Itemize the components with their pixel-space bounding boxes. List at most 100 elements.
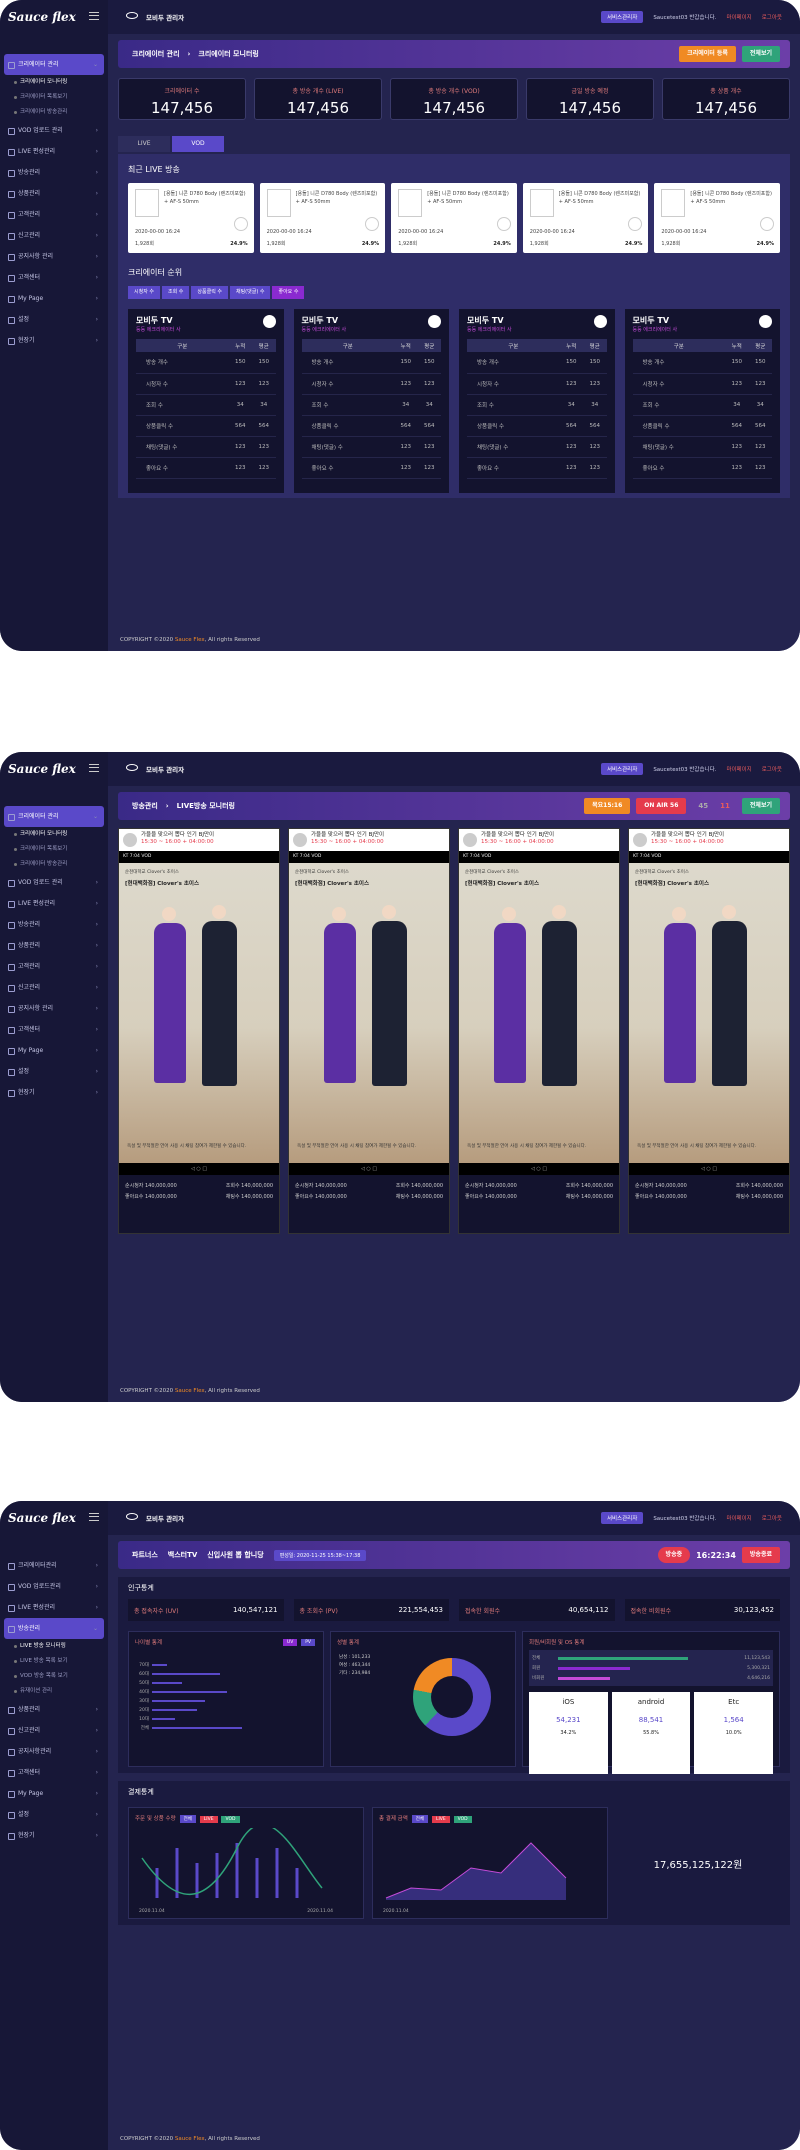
sidebar-item[interactable]: 설정 xyxy=(0,309,108,330)
sidebar-item[interactable]: 상품관리 xyxy=(0,183,108,204)
sidebar-item[interactable]: 설정 xyxy=(0,1061,108,1082)
menu-icon[interactable] xyxy=(89,764,99,772)
sidebar-item[interactable]: 신고관리 xyxy=(0,1720,108,1741)
sidebar-item[interactable]: VOD 업로드 관리 xyxy=(0,120,108,141)
sidebar-item[interactable]: My Page xyxy=(0,288,108,309)
mypage-link[interactable]: 마이페이지 xyxy=(726,1514,751,1522)
logout-link[interactable]: 로그아웃 xyxy=(762,13,782,21)
sidebar-item[interactable]: 상품관리 xyxy=(0,935,108,956)
sidebar-item[interactable]: My Page xyxy=(0,1040,108,1061)
mypage-link[interactable]: 마이페이지 xyxy=(726,765,751,773)
live-card[interactable]: [용돌] 니콘 D780 Body (렌즈미포함) + AF-S 50mm 202… xyxy=(391,183,517,253)
phone-status: KT 7:04 VOD xyxy=(289,851,449,863)
sidebar-subitem[interactable]: 크리에이터 목록보기 xyxy=(0,842,108,857)
breadcrumb-1[interactable]: 방송관리 xyxy=(132,801,158,811)
sidebar-item[interactable]: 공지사항관리 xyxy=(0,1741,108,1762)
chip-live[interactable]: LIVE xyxy=(199,1816,218,1823)
chip-live[interactable]: LIVE xyxy=(431,1816,450,1823)
sidebar-item[interactable]: 고객센터 xyxy=(0,267,108,288)
sidebar-item[interactable]: 설정 xyxy=(0,1804,108,1825)
ranking-tab[interactable]: 채팅(댓글) 수 xyxy=(229,286,271,299)
column-header: 누적 xyxy=(228,339,252,352)
logo[interactable]: Sauce flex xyxy=(8,762,76,776)
sidebar-item[interactable]: 크리에이터 관리 xyxy=(4,806,104,827)
chip-all[interactable]: 전체 xyxy=(411,1815,429,1823)
sidebar-item[interactable]: 고객관리 xyxy=(0,956,108,977)
live-stream-card[interactable]: 가을을 맞으러 뽑다 인기 BJ만이 15:30 ~ 16:00 + 04:00:… xyxy=(458,828,620,1234)
tab-live[interactable]: LIVE xyxy=(118,136,170,152)
table-cell: 150 xyxy=(417,352,441,374)
sidebar-subitem[interactable]: VOD 방송 목록 보기 xyxy=(0,1669,108,1684)
main-content: 파트너스 백스터TV 신입사원 뽑 합니당 편성일: 2020-11-25 15… xyxy=(108,1535,800,2150)
sidebar-nav: 크리에이터 관리크리에이터 모니터링크리에이터 목록보기크리에이터 방송관리VO… xyxy=(0,806,108,1103)
chat-notice: 옥설 및 부적절한 언어 사용 시 채팅 참여가 제한될 수 있습니다. xyxy=(467,1144,587,1149)
live-card[interactable]: [용돌] 니콘 D780 Body (렌즈미포함) + AF-S 50mm 202… xyxy=(128,183,254,253)
menu-icon[interactable] xyxy=(89,12,99,20)
sidebar-item[interactable]: 방송관리 xyxy=(0,162,108,183)
sidebar-item[interactable]: 크리에이터관리 xyxy=(0,1555,108,1576)
service-admin-button[interactable]: 서비스관리자 xyxy=(600,11,644,23)
sidebar-subitem[interactable]: 유재이션 관리 xyxy=(0,1684,108,1699)
sidebar-item[interactable]: 상품관리 xyxy=(0,1699,108,1720)
main-content: 크리에이터 관리 › 크리에이터 모니터링 크리에이터 등록 전체보기 크리에이… xyxy=(108,34,800,651)
chip-vod[interactable]: VOD xyxy=(453,1816,472,1823)
sidebar-subitem[interactable]: LIVE 방송 모니터링 xyxy=(0,1639,108,1654)
end-broadcast-button[interactable]: 방송종료 xyxy=(741,1547,780,1563)
menu-icon[interactable] xyxy=(89,1513,99,1521)
sidebar-item[interactable]: 신고관리 xyxy=(0,977,108,998)
live-stream-card[interactable]: 가을을 맞으러 뽑다 인기 BJ만이 15:30 ~ 16:00 + 04:00:… xyxy=(628,828,790,1234)
view-all-button[interactable]: 전체보기 xyxy=(741,46,780,62)
table-cell: 150 xyxy=(748,352,772,374)
live-card[interactable]: [용돌] 니콘 D780 Body (렌즈미포함) + AF-S 50mm 202… xyxy=(259,183,386,253)
live-stream-card[interactable]: 가을을 맞으러 뽑다 인기 BJ만이 15:30 ~ 16:00 + 04:00:… xyxy=(288,828,450,1234)
sidebar-subitem[interactable]: 크리에이터 방송관리 xyxy=(0,857,108,872)
live-card[interactable]: [용돌] 니콘 D780 Body (렌즈미포함) + AF-S 50mm 202… xyxy=(522,183,649,253)
logo[interactable]: Sauce flex xyxy=(8,10,76,24)
mypage-link[interactable]: 마이페이지 xyxy=(726,13,751,21)
service-admin-button[interactable]: 서비스관리자 xyxy=(600,1512,644,1524)
sidebar-subitem[interactable]: 크리에이터 방송관리 xyxy=(0,105,108,120)
sidebar-item[interactable]: 고객센터 xyxy=(0,1762,108,1783)
sidebar-item[interactable]: 크리에이터 관리 xyxy=(4,54,104,75)
age-tab-pv[interactable]: PV xyxy=(301,1639,315,1646)
sidebar-item[interactable]: VOD 업로드관리 xyxy=(0,1576,108,1597)
sidebar-item[interactable]: 방송관리 xyxy=(4,1618,104,1639)
sidebar-item[interactable]: LIVE 편성관리 xyxy=(0,141,108,162)
logo[interactable]: Sauce flex xyxy=(8,1511,76,1525)
ranking-tab[interactable]: 좋아요 수 xyxy=(272,286,305,299)
sidebar-item[interactable]: 현장기 xyxy=(0,1825,108,1846)
sidebar-item[interactable]: My Page xyxy=(0,1783,108,1804)
sidebar-item[interactable]: 신고관리 xyxy=(0,225,108,246)
live-stream-card[interactable]: 가을을 맞으러 뽑다 인기 BJ만이 15:30 ~ 16:00 + 04:00:… xyxy=(118,828,280,1234)
sidebar-subitem[interactable]: 크리에이터 목록보기 xyxy=(0,90,108,105)
sidebar-item[interactable]: LIVE 편성관리 xyxy=(0,893,108,914)
sidebar-subitem[interactable]: 크리에이터 모니터링 xyxy=(0,75,108,90)
sidebar-item[interactable]: 현장기 xyxy=(0,1082,108,1103)
logout-link[interactable]: 로그아웃 xyxy=(762,1514,782,1522)
sidebar-item[interactable]: 방송관리 xyxy=(0,914,108,935)
live-card[interactable]: [용돌] 니콘 D780 Body (렌즈미포함) + AF-S 50mm 202… xyxy=(654,183,780,253)
sidebar-item[interactable]: 공지사항 관리 xyxy=(0,998,108,1019)
ranking-tab[interactable]: 상품클릭 수 xyxy=(191,286,228,299)
sidebar-item[interactable]: 현장기 xyxy=(0,330,108,351)
logout-link[interactable]: 로그아웃 xyxy=(762,765,782,773)
sidebar-item[interactable]: 고객관리 xyxy=(0,204,108,225)
sidebar-item[interactable]: 공지사항 관리 xyxy=(0,246,108,267)
view-all-button[interactable]: 전체보기 xyxy=(741,798,780,814)
table-cell: 564 xyxy=(251,415,276,437)
sidebar-item[interactable]: VOD 업로드 관리 xyxy=(0,872,108,893)
register-creator-button[interactable]: 크리에이터 등록 xyxy=(679,46,736,62)
sidebar-item[interactable]: 고객센터 xyxy=(0,1019,108,1040)
sidebar-subitem[interactable]: 크리에이터 모니터링 xyxy=(0,827,108,842)
chip-all[interactable]: 전체 xyxy=(179,1815,196,1823)
sidebar-subitem[interactable]: LIVE 방송 목록 보기 xyxy=(0,1654,108,1669)
ranking-tab[interactable]: 시청자 수 xyxy=(128,286,160,299)
service-admin-button[interactable]: 서비스관리자 xyxy=(600,763,644,775)
breadcrumb-1[interactable]: 크리에이터 관리 xyxy=(132,49,180,59)
tab-vod[interactable]: VOD xyxy=(172,136,224,152)
chip-vod[interactable]: VOD xyxy=(221,1816,240,1823)
table-row: 채팅(댓글) 수 123 123 xyxy=(301,436,441,458)
age-tab-uv[interactable]: UV xyxy=(282,1639,298,1646)
sidebar-item[interactable]: LIVE 편성관리 xyxy=(0,1597,108,1618)
ranking-tab[interactable]: 조회 수 xyxy=(162,286,190,299)
